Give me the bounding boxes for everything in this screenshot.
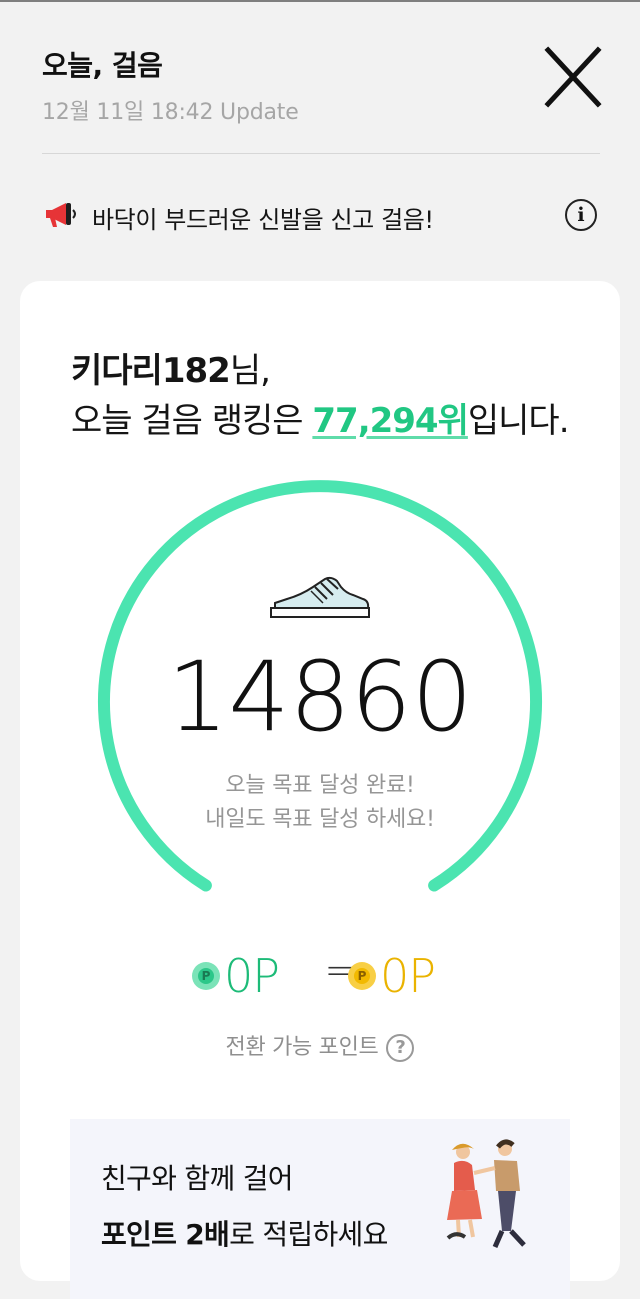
promo-highlight: 포인트 2배 [101,1218,230,1251]
user-name: 키다리182 [71,351,231,391]
yellow-points-value: 0P [380,949,436,1003]
convertible-points-row[interactable]: 전환 가능 포인트? [20,1029,620,1062]
step-count: 14860 [167,641,473,753]
top-border [0,0,640,2]
ranking-line: 오늘 걸음 랭킹은 77,294위입니다. [71,393,570,442]
goal-message-2: 내일도 목표 달성 하세요! [205,807,435,832]
notice-text: 바닥이 부드러운 신발을 신고 걸음! [92,206,434,234]
notice-bar[interactable]: 바닥이 부드러운 신발을 신고 걸음! i [42,192,600,240]
ranking-prefix: 오늘 걸음 랭킹은 [71,401,313,441]
yellow-points: P 0P [348,941,436,1011]
promo-line2: 포인트 2배로 적립하세요 [101,1213,388,1253]
info-icon[interactable]: i [565,199,597,231]
greeting-suffix: 님, [229,351,271,391]
convertible-points-label: 전환 가능 포인트 [225,1035,379,1060]
page-title: 오늘, 걸음 [42,49,163,82]
ranking-value[interactable]: 77,294위 [312,401,468,441]
promo-line2-rest: 로 적립하세요 [229,1218,388,1251]
question-icon[interactable]: ? [386,1034,415,1062]
points-row: P 0P = P 0P [20,941,620,1011]
promo-line1: 친구와 함께 걸어 [101,1162,294,1195]
steps-card: 키다리182님, 오늘 걸음 랭킹은 77,294위입니다. 14860 오늘 … [20,281,620,1299]
header: 오늘, 걸음 12월 11일 18:42 Update [42,44,602,164]
update-timestamp: 12월 11일 18:42 Update [42,100,299,125]
friend-walk-promo[interactable]: 친구와 함께 걸어 포인트 2배로 적립하세요 [70,1119,570,1299]
green-points-value: 0P [224,949,280,1003]
close-icon [544,46,602,108]
close-button[interactable] [544,46,602,108]
goal-message-1: 오늘 목표 달성 완료! [225,773,415,798]
yellow-point-coin-icon: P [348,962,376,990]
header-divider [42,153,600,154]
walking-couple-illustration [446,1139,526,1249]
ranking-suffix: 입니다. [467,401,570,441]
shoe-icon [270,576,370,618]
greeting: 키다리182님, [71,343,271,392]
green-points: P 0P [192,941,280,1011]
green-point-coin-icon: P [192,962,220,990]
megaphone-icon [46,203,76,227]
